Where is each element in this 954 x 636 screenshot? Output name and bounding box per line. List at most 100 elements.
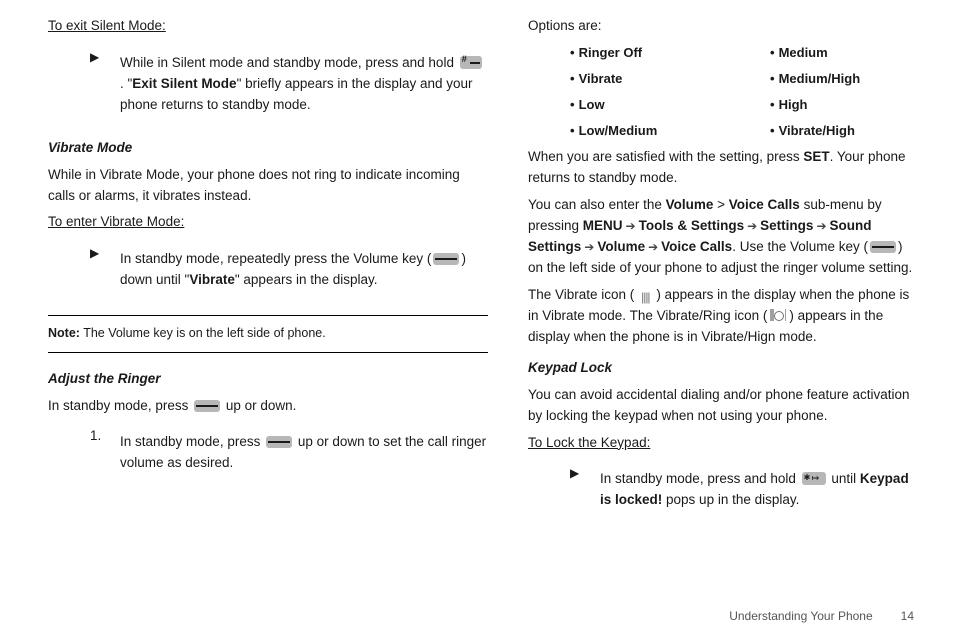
bullet-icon: • <box>570 71 575 86</box>
page: To exit Silent Mode: ▶ While in Silent m… <box>0 0 954 636</box>
indent <box>50 47 90 122</box>
text: In standby mode, press and hold <box>600 471 800 486</box>
lock-step-text: In standby mode, press and hold until Ke… <box>600 469 914 511</box>
vibrate-icon <box>636 290 654 304</box>
footer-page-number: 14 <box>901 607 914 626</box>
text: The Vibrate icon ( <box>528 287 634 302</box>
option-low-medium: • Low/Medium <box>570 121 760 141</box>
text: . Use the Volume key ( <box>732 239 868 254</box>
note-box: Note: The Volume key is on the left side… <box>48 315 488 352</box>
enter-vibrate-heading: To enter Vibrate Mode: <box>48 212 488 233</box>
text: While in Silent mode and standby mode, p… <box>120 55 454 70</box>
option-vibrate: • Vibrate <box>570 69 760 89</box>
vibrate-label: Vibrate <box>189 272 235 287</box>
arrow-icon: ➔ <box>648 238 658 257</box>
bullet-icon: • <box>770 97 775 112</box>
option-medium-high: • Medium/High <box>770 69 914 89</box>
volume-label-2: Volume <box>597 239 645 254</box>
enter-vibrate-text: In standby mode, repeatedly press the Vo… <box>120 249 488 291</box>
vibrate-mode-para: While in Vibrate Mode, your phone does n… <box>48 165 488 207</box>
vibrate-ring-icon <box>769 308 787 322</box>
volume-label: Volume <box>666 197 714 212</box>
text: In standby mode, press <box>48 398 192 413</box>
step-number: 1. <box>90 426 120 480</box>
option-label: Medium/High <box>779 71 861 86</box>
adjust-step-1: 1. In standby mode, press up or down to … <box>48 426 488 480</box>
option-label: Low/Medium <box>579 123 658 138</box>
exit-silent-mode-label: Exit Silent Mode <box>132 76 236 91</box>
volume-key-icon <box>194 400 220 412</box>
menu-para: You can also enter the Volume > Voice Ca… <box>528 195 914 279</box>
text: In standby mode, repeatedly press the Vo… <box>120 251 431 266</box>
adjust-ringer-heading: Adjust the Ringer <box>48 369 488 390</box>
vibrate-mode-heading: Vibrate Mode <box>48 138 488 159</box>
bullet-icon: • <box>570 45 575 60</box>
keypad-lock-heading: Keypad Lock <box>528 358 914 379</box>
arrow-icon: ➔ <box>816 217 826 236</box>
bullet-icon: • <box>570 123 575 138</box>
bullet-icon: • <box>770 123 775 138</box>
volume-key-icon <box>266 436 292 448</box>
footer: Understanding Your Phone 14 <box>48 595 914 626</box>
option-label: Ringer Off <box>579 45 643 60</box>
satisfied-para: When you are satisfied with the setting,… <box>528 147 914 189</box>
option-label: Vibrate <box>579 71 623 86</box>
arrow-icon: ➔ <box>626 217 636 236</box>
note-text: The Volume key is on the left side of ph… <box>80 326 326 340</box>
text: When you are satisfied with the setting,… <box>528 149 803 164</box>
text: up or down. <box>222 398 296 413</box>
option-medium: • Medium <box>770 43 914 63</box>
lock-step: ▶ In standby mode, press and hold until … <box>530 463 914 517</box>
option-label: High <box>779 97 808 112</box>
adjust-step-1-text: In standby mode, press up or down to set… <box>120 432 488 474</box>
option-label: Vibrate/High <box>779 123 855 138</box>
settings-label: Settings <box>760 218 813 233</box>
right-column: Options are: • Ringer Off • Medium • Vibrat… <box>528 16 914 595</box>
footer-section: Understanding Your Phone <box>729 607 872 626</box>
to-lock-heading: To Lock the Keypad: <box>528 433 914 454</box>
hash-key-icon <box>460 56 482 69</box>
option-ringer-off: • Ringer Off <box>570 43 760 63</box>
text: In standby mode, press <box>120 434 264 449</box>
bullet-icon: • <box>770 71 775 86</box>
vibrate-icon-para: The Vibrate icon () appears in the displ… <box>528 285 914 348</box>
option-high: • High <box>770 95 914 115</box>
option-vibrate-high: • Vibrate/High <box>770 121 914 141</box>
indent <box>50 243 90 297</box>
exit-silent-heading: To exit Silent Mode: <box>48 16 488 37</box>
volume-key-icon <box>433 253 459 265</box>
text: . " <box>120 76 132 91</box>
star-key-icon <box>802 472 826 485</box>
text: " appears in the display. <box>235 272 378 287</box>
note-label: Note: <box>48 326 80 340</box>
option-label: Medium <box>779 45 828 60</box>
adjust-ringer-intro: In standby mode, press up or down. <box>48 396 488 417</box>
set-label: SET <box>803 149 829 164</box>
menu-label: MENU <box>583 218 623 233</box>
gt: > <box>713 197 728 212</box>
text: pops up in the display. <box>662 492 799 507</box>
indent <box>530 463 570 517</box>
exit-silent-step-text: While in Silent mode and standby mode, p… <box>120 53 488 116</box>
arrow-icon: ➔ <box>747 217 757 236</box>
voice-calls-label-2: Voice Calls <box>661 239 732 254</box>
option-low: • Low <box>570 95 760 115</box>
triangle-bullet-icon: ▶ <box>570 463 600 517</box>
indent <box>48 426 90 480</box>
tools-settings-label: Tools & Settings <box>639 218 745 233</box>
options-grid: • Ringer Off • Medium • Vibrate • Medium/Hig… <box>570 43 914 142</box>
text: You can also enter the <box>528 197 666 212</box>
option-label: Low <box>579 97 605 112</box>
exit-silent-step: ▶ While in Silent mode and standby mode,… <box>50 47 488 122</box>
bullet-icon: • <box>570 97 575 112</box>
arrow-icon: ➔ <box>584 238 594 257</box>
text: until <box>828 471 860 486</box>
left-column: To exit Silent Mode: ▶ While in Silent m… <box>48 16 488 595</box>
triangle-bullet-icon: ▶ <box>90 243 120 297</box>
enter-vibrate-step: ▶ In standby mode, repeatedly press the … <box>50 243 488 297</box>
bullet-icon: • <box>770 45 775 60</box>
keypad-lock-para: You can avoid accidental dialing and/or … <box>528 385 914 427</box>
volume-key-icon <box>870 241 896 253</box>
voice-calls-label: Voice Calls <box>729 197 800 212</box>
options-heading: Options are: <box>528 16 914 37</box>
